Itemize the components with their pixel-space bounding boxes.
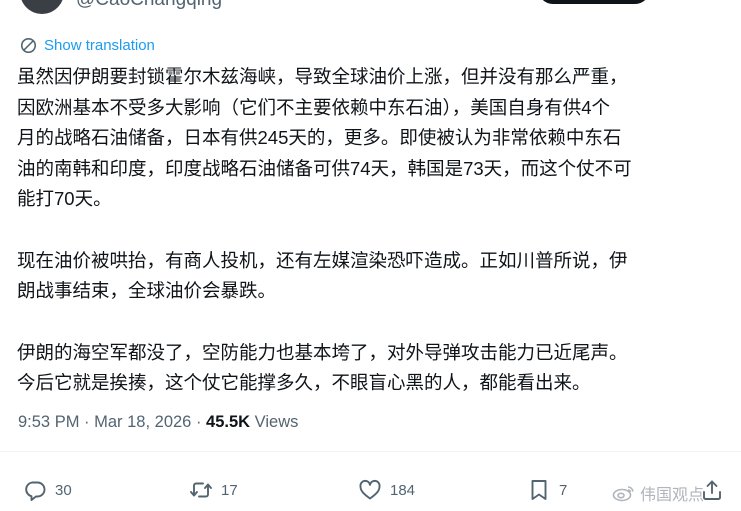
author-handle[interactable]: @CaoChangqing	[76, 0, 222, 11]
watermark-text: 伟国观点	[640, 487, 705, 504]
divider	[0, 451, 741, 452]
views-label: Views	[250, 413, 299, 431]
follow-button[interactable]	[538, 0, 650, 4]
bookmark-count: 7	[559, 481, 568, 499]
retweet-button[interactable]: 17	[189, 478, 238, 502]
meta-separator: ·	[191, 413, 207, 431]
bookmark-button[interactable]: 7	[527, 478, 567, 502]
translate-icon	[20, 37, 37, 54]
profile-header-strip: @CaoChangqing	[0, 0, 741, 14]
tweet-paragraph: 伊朗的海空军都没了，空防能力也基本垮了，对外导弹攻击能力已近尾声。 今后它就是挨…	[17, 341, 628, 394]
reply-count: 30	[55, 481, 72, 499]
weibo-logo-icon	[612, 486, 634, 502]
tweet-meta: 9:53 PM · Mar 18, 2026 · 45.5K Views	[18, 413, 298, 432]
tweet-paragraph: 虽然因伊朗要封锁霍尔木兹海峡，导致全球油价上涨，但并没有那么严重， 因欧洲基本不…	[17, 66, 632, 209]
views-count: 45.5K	[206, 413, 251, 431]
tweet-paragraph: 现在油价被哄抬，有商人投机，还有左媒渲染恐吓造成。正如川普所说，伊 朗战事结束，…	[17, 249, 628, 302]
reply-button[interactable]: 30	[23, 478, 72, 502]
like-count: 184	[390, 481, 416, 499]
tweet-time[interactable]: 9:53 PM	[18, 413, 79, 431]
like-button[interactable]: 184	[358, 478, 415, 502]
show-translation-link[interactable]: Show translation	[19, 36, 155, 55]
tweet-date[interactable]: Mar 18, 2026	[94, 413, 191, 431]
retweet-icon	[190, 482, 212, 498]
show-translation-label[interactable]: Show translation	[44, 37, 155, 54]
avatar[interactable]	[20, 0, 64, 14]
meta-separator: ·	[79, 413, 95, 431]
tweet-text: 虽然因伊朗要封锁霍尔木兹海峡，导致全球油价上涨，但并没有那么严重， 因欧洲基本不…	[17, 62, 729, 399]
retweet-count: 17	[221, 481, 238, 499]
weibo-watermark: 伟国观点	[612, 481, 704, 505]
heart-icon	[359, 479, 381, 500]
bookmark-icon	[531, 480, 547, 500]
reply-icon	[25, 481, 46, 501]
